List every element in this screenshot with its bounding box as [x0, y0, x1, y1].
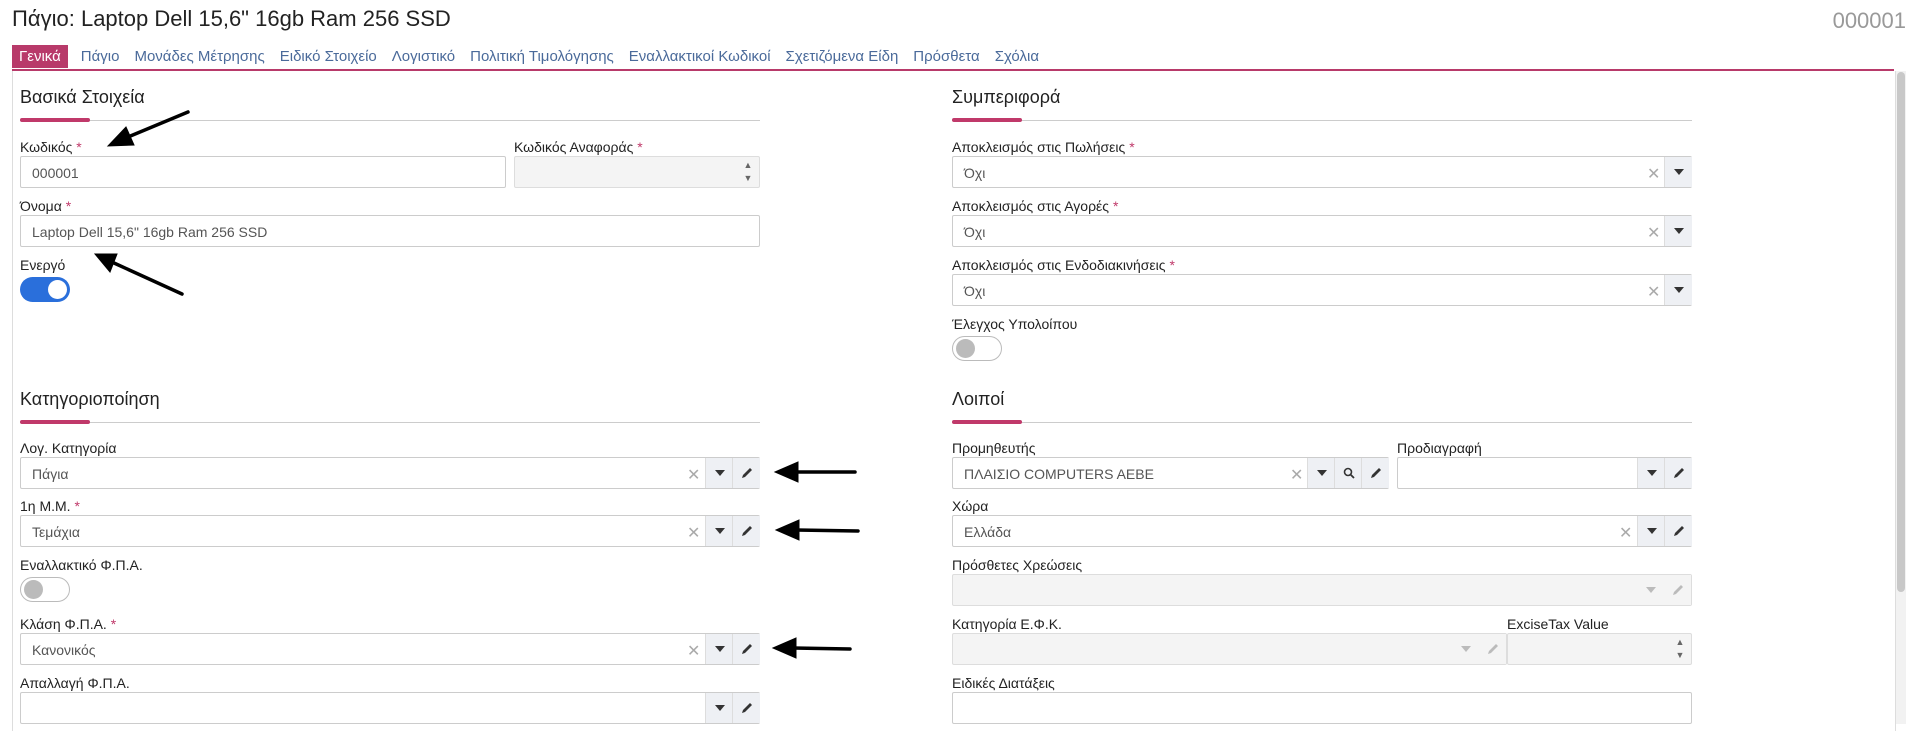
annotation-arrow: [93, 253, 184, 296]
annotation-arrow: [773, 461, 857, 483]
annotation-arrow: [106, 110, 190, 147]
annotation-arrow: [771, 637, 852, 659]
annotation-arrows: [93, 110, 860, 659]
annotation-arrow: [774, 519, 860, 541]
